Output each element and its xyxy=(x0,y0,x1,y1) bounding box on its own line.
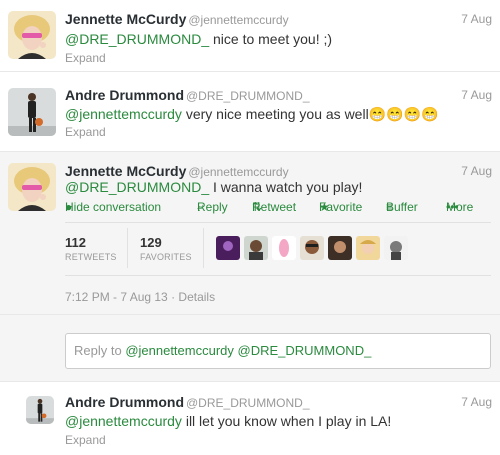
tweet-body: very nice meeting you as well xyxy=(181,106,369,122)
reply-label: Reply xyxy=(197,200,228,214)
hide-conversation-label: Hide conversation xyxy=(65,200,162,214)
tweet-body: I wanna watch you play! xyxy=(209,179,363,195)
tweet-text: @DRE_DRUMMOND_ nice to meet you! ;) xyxy=(65,31,332,47)
favoriter-avatar[interactable] xyxy=(244,236,268,260)
stats-divider-bottom xyxy=(65,275,491,276)
author-handle[interactable]: @jennettemccurdy xyxy=(188,13,288,27)
reply-mention-dre: @DRE_DRUMMOND_ xyxy=(233,343,372,358)
author-name[interactable]: Andre Drummond @DRE_DRUMMOND_ xyxy=(65,87,310,103)
favoriter-avatar[interactable] xyxy=(272,236,296,260)
mention-link[interactable]: @DRE_DRUMMOND_ xyxy=(65,31,209,47)
mention-link[interactable]: @jennettemccurdy xyxy=(65,106,182,122)
retweet-label: Retweet xyxy=(252,200,297,214)
retweets-label[interactable]: RETWEETS xyxy=(65,252,117,262)
favoriter-avatar[interactable] xyxy=(356,236,380,260)
author-display-name[interactable]: Jennette McCurdy xyxy=(65,11,186,27)
mention-link[interactable]: @DRE_DRUMMOND_ xyxy=(65,179,209,195)
buffer-label: Buffer xyxy=(386,200,418,214)
mention-link[interactable]: @jennettemccurdy xyxy=(65,413,182,429)
tweet-2[interactable]: Andre Drummond @DRE_DRUMMOND_ 7 Aug @jenn… xyxy=(0,72,500,152)
tweet-time[interactable]: 7 Aug xyxy=(461,12,492,26)
stats-separator xyxy=(127,228,128,268)
reply-mention-jennette: @jennettemccurdy xyxy=(125,343,234,358)
expand-link[interactable]: Expand xyxy=(65,433,106,447)
favoriter-avatar[interactable] xyxy=(328,236,352,260)
tweet-1[interactable]: Jennette McCurdy @jennettemccurdy 7 Aug @… xyxy=(0,0,500,72)
tweet-details: 7:12 PM - 7 Aug 13 · Details xyxy=(65,290,215,304)
tweet-timestamp[interactable]: 7:12 PM - 7 Aug 13 xyxy=(65,290,168,304)
tweet-text: @jennettemccurdy ill let you know when I… xyxy=(65,413,391,429)
stats-separator xyxy=(203,228,204,268)
tweet-text: @jennettemccurdy very nice meeting you a… xyxy=(65,106,438,123)
avatar-jennette[interactable] xyxy=(8,163,56,211)
reply-prefix: Reply to xyxy=(74,343,126,358)
tweet-time[interactable]: 7 Aug xyxy=(461,395,492,409)
details-separator: · xyxy=(167,290,179,304)
tweet-body: ill let you know when I play in LA! xyxy=(181,413,392,429)
author-display-name[interactable]: Andre Drummond xyxy=(65,394,184,410)
grin-emoji-icon: 😁😁😁😁 xyxy=(368,106,439,122)
retweets-count[interactable]: 112 xyxy=(65,235,86,250)
avatar-jennette[interactable] xyxy=(8,11,56,59)
expand-link[interactable]: Expand xyxy=(65,51,106,65)
reply-input[interactable]: Reply to @jennettemccurdy @DRE_DRUMMOND_ xyxy=(65,333,491,369)
author-display-name[interactable]: Jennette McCurdy xyxy=(65,163,186,179)
details-link[interactable]: Details xyxy=(178,290,215,304)
favoriter-avatar[interactable] xyxy=(216,236,240,260)
avatar-andre[interactable] xyxy=(8,88,56,136)
author-name[interactable]: Jennette McCurdy @jennettemccurdy xyxy=(65,11,289,27)
tweet-4[interactable]: Andre Drummond @DRE_DRUMMOND_ 7 Aug @jenn… xyxy=(0,381,500,455)
author-handle[interactable]: @jennettemccurdy xyxy=(188,165,288,179)
author-name[interactable]: Jennette McCurdy @jennettemccurdy xyxy=(65,163,289,179)
reply-area: Reply to @jennettemccurdy @DRE_DRUMMOND_ xyxy=(0,314,500,381)
avatar-andre[interactable] xyxy=(26,396,54,424)
author-handle[interactable]: @DRE_DRUMMOND_ xyxy=(186,89,310,103)
author-name[interactable]: Andre Drummond @DRE_DRUMMOND_ xyxy=(65,394,310,410)
favorites-label[interactable]: FAVORITES xyxy=(140,252,192,262)
expand-link[interactable]: Expand xyxy=(65,125,106,139)
author-handle[interactable]: @DRE_DRUMMOND_ xyxy=(186,396,310,410)
favoriter-avatar[interactable] xyxy=(300,236,324,260)
favoriter-avatar[interactable] xyxy=(384,236,408,260)
stats-divider-top xyxy=(65,222,491,223)
tweet-text: @DRE_DRUMMOND_ I wanna watch you play! xyxy=(65,179,362,195)
tweet-3-expanded[interactable]: Jennette McCurdy @jennettemccurdy 7 Aug @… xyxy=(0,152,500,314)
author-display-name[interactable]: Andre Drummond xyxy=(65,87,184,103)
tweet-time[interactable]: 7 Aug xyxy=(461,164,492,178)
favorites-count[interactable]: 129 xyxy=(140,235,162,250)
favorite-label: Favorite xyxy=(319,200,363,214)
more-label: More xyxy=(446,200,474,214)
tweet-time[interactable]: 7 Aug xyxy=(461,88,492,102)
tweet-body: nice to meet you! ;) xyxy=(209,31,333,47)
